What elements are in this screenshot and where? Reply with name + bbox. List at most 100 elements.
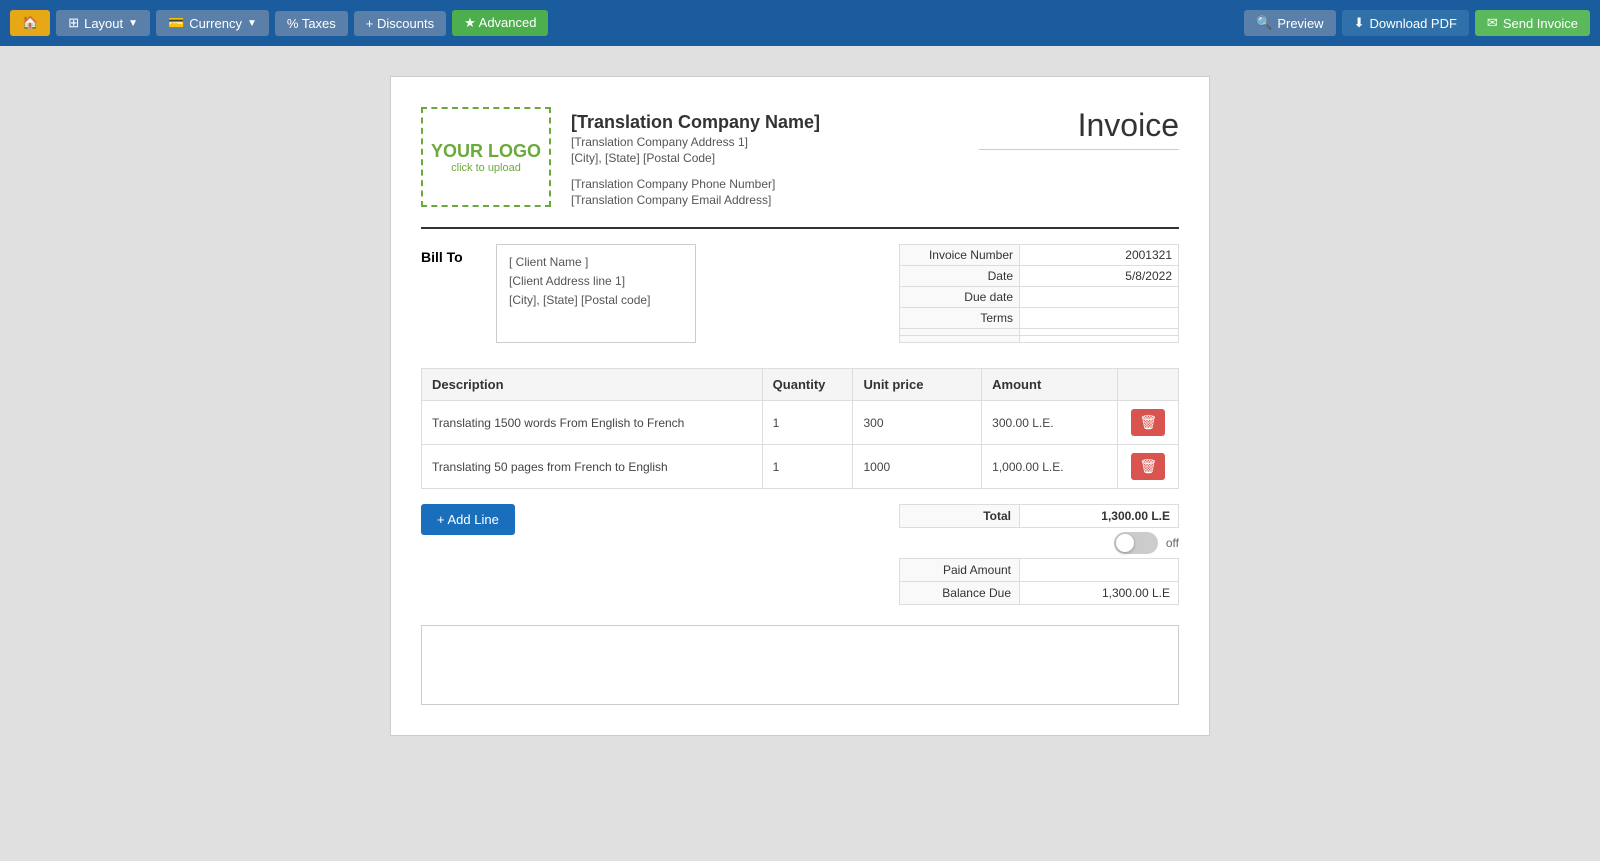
company-address1: [Translation Company Address 1]	[571, 135, 820, 149]
paid-amount-toggle[interactable]	[1114, 532, 1158, 554]
main-area: YOUR LOGO click to upload [Translation C…	[0, 46, 1600, 861]
table-row: Translating 1500 words From English to F…	[422, 401, 1179, 445]
items-header-row: Description Quantity Unit price Amount	[422, 369, 1179, 401]
download-label: Download PDF	[1369, 16, 1456, 31]
currency-icon: 💳	[168, 15, 184, 31]
add-line-button[interactable]: + Add Line	[421, 504, 515, 535]
bill-section: Bill To [ Client Name ] [Client Address …	[421, 244, 1179, 343]
paid-amount-value[interactable]	[1020, 559, 1179, 582]
taxes-button[interactable]: % Taxes	[275, 11, 348, 36]
toolbar: 🏠 ⊞ Layout ▼ 💳 Currency ▼ % Taxes + Disc…	[0, 0, 1600, 46]
currency-button[interactable]: 💳 Currency ▼	[156, 10, 269, 36]
totals-area: Total 1,300.00 L.E off Paid Amount	[899, 504, 1179, 605]
col-unit-price-header: Unit price	[853, 369, 982, 401]
meta-row-extra2	[900, 336, 1179, 343]
row1-amount: 300.00 L.E.	[982, 401, 1118, 445]
bill-to-content[interactable]: [ Client Name ] [Client Address line 1] …	[496, 244, 696, 343]
row2-delete-cell: 🗑	[1118, 445, 1179, 489]
company-phone: [Translation Company Phone Number]	[571, 177, 820, 191]
invoice-number-label: Invoice Number	[900, 245, 1020, 266]
date-label: Date	[900, 266, 1020, 287]
send-label: Send Invoice	[1503, 16, 1578, 31]
home-icon: 🏠	[22, 15, 38, 31]
meta-row-due-date: Due date	[900, 287, 1179, 308]
date-value: 5/8/2022	[1020, 266, 1179, 287]
preview-button[interactable]: 🔍 Preview	[1244, 10, 1335, 36]
meta-row-invoice-number: Invoice Number 2001321	[900, 245, 1179, 266]
totals-table: Total 1,300.00 L.E	[899, 504, 1179, 528]
notes-area[interactable]	[421, 625, 1179, 705]
row1-delete-cell: 🗑	[1118, 401, 1179, 445]
row2-unit-price[interactable]: 1000	[853, 445, 982, 489]
send-invoice-button[interactable]: ✉ Send Invoice	[1475, 10, 1590, 36]
invoice-title: Invoice	[979, 107, 1179, 150]
home-button[interactable]: 🏠	[10, 10, 50, 36]
col-amount-header: Amount	[982, 369, 1118, 401]
due-date-value[interactable]	[1020, 287, 1179, 308]
extra2-label	[900, 336, 1020, 343]
bottom-section: + Add Line Total 1,300.00 L.E off	[421, 504, 1179, 605]
balance-due-row: Balance Due 1,300.00 L.E	[900, 582, 1179, 605]
preview-label: Preview	[1277, 16, 1323, 31]
currency-label: Currency	[189, 16, 242, 31]
discounts-label: + Discounts	[366, 16, 434, 31]
client-name: [ Client Name ]	[509, 253, 683, 272]
company-address2: [City], [State] [Postal Code]	[571, 151, 820, 165]
logo-subtext: click to upload	[451, 162, 521, 174]
meta-row-terms: Terms	[900, 308, 1179, 329]
invoice-header: YOUR LOGO click to upload [Translation C…	[421, 107, 1179, 207]
meta-table: Invoice Number 2001321 Date 5/8/2022 Due…	[899, 244, 1179, 343]
toolbar-right: 🔍 Preview ⬇ Download PDF ✉ Send Invoice	[1244, 10, 1590, 36]
toggle-row: off	[899, 528, 1179, 558]
taxes-label: % Taxes	[287, 16, 336, 31]
row2-delete-button[interactable]: 🗑	[1131, 453, 1165, 480]
items-table-header: Description Quantity Unit price Amount	[422, 369, 1179, 401]
discounts-button[interactable]: + Discounts	[354, 11, 446, 36]
extra1-label	[900, 329, 1020, 336]
row1-unit-price[interactable]: 300	[853, 401, 982, 445]
advanced-button[interactable]: ★ Advanced	[452, 10, 548, 36]
add-line-label: + Add Line	[437, 512, 499, 527]
layout-button[interactable]: ⊞ Layout ▼	[56, 10, 150, 36]
layout-icon: ⊞	[68, 15, 79, 31]
layout-label: Layout	[84, 16, 123, 31]
extra2-value[interactable]	[1020, 336, 1179, 343]
row1-delete-button[interactable]: 🗑	[1131, 409, 1165, 436]
bill-to-label: Bill To	[421, 244, 481, 343]
total-label: Total	[900, 505, 1020, 528]
terms-value[interactable]	[1020, 308, 1179, 329]
paid-amount-row: Paid Amount	[900, 559, 1179, 582]
row2-quantity[interactable]: 1	[762, 445, 853, 489]
row2-description[interactable]: Translating 50 pages from French to Engl…	[422, 445, 763, 489]
download-icon: ⬇	[1354, 15, 1365, 31]
header-right: Invoice	[979, 107, 1179, 150]
due-date-label: Due date	[900, 287, 1020, 308]
table-row: Translating 50 pages from French to Engl…	[422, 445, 1179, 489]
client-address2: [City], [State] [Postal code]	[509, 291, 683, 310]
layout-caret: ▼	[128, 18, 138, 29]
balance-due-value: 1,300.00 L.E	[1020, 582, 1179, 605]
company-name: [Translation Company Name]	[571, 112, 820, 133]
balance-due-label: Balance Due	[900, 582, 1020, 605]
extra1-value[interactable]	[1020, 329, 1179, 336]
total-value: 1,300.00 L.E	[1020, 505, 1179, 528]
row1-quantity[interactable]: 1	[762, 401, 853, 445]
logo-upload-box[interactable]: YOUR LOGO click to upload	[421, 107, 551, 207]
client-address1: [Client Address line 1]	[509, 272, 683, 291]
header-left: YOUR LOGO click to upload [Translation C…	[421, 107, 820, 207]
company-info: [Translation Company Name] [Translation …	[571, 107, 820, 207]
meta-row-date: Date 5/8/2022	[900, 266, 1179, 287]
invoice-paper: YOUR LOGO click to upload [Translation C…	[390, 76, 1210, 736]
invoice-meta: Invoice Number 2001321 Date 5/8/2022 Due…	[899, 244, 1179, 343]
bill-to-area: Bill To [ Client Name ] [Client Address …	[421, 244, 879, 343]
invoice-number-value: 2001321	[1020, 245, 1179, 266]
download-button[interactable]: ⬇ Download PDF	[1342, 10, 1469, 36]
meta-row-extra1	[900, 329, 1179, 336]
items-table-body: Translating 1500 words From English to F…	[422, 401, 1179, 489]
toggle-knob	[1116, 534, 1134, 552]
advanced-label: ★ Advanced	[464, 15, 536, 31]
send-icon: ✉	[1487, 15, 1498, 31]
totals-bottom-table: Paid Amount Balance Due 1,300.00 L.E	[899, 558, 1179, 605]
row1-description[interactable]: Translating 1500 words From English to F…	[422, 401, 763, 445]
paid-amount-label: Paid Amount	[900, 559, 1020, 582]
